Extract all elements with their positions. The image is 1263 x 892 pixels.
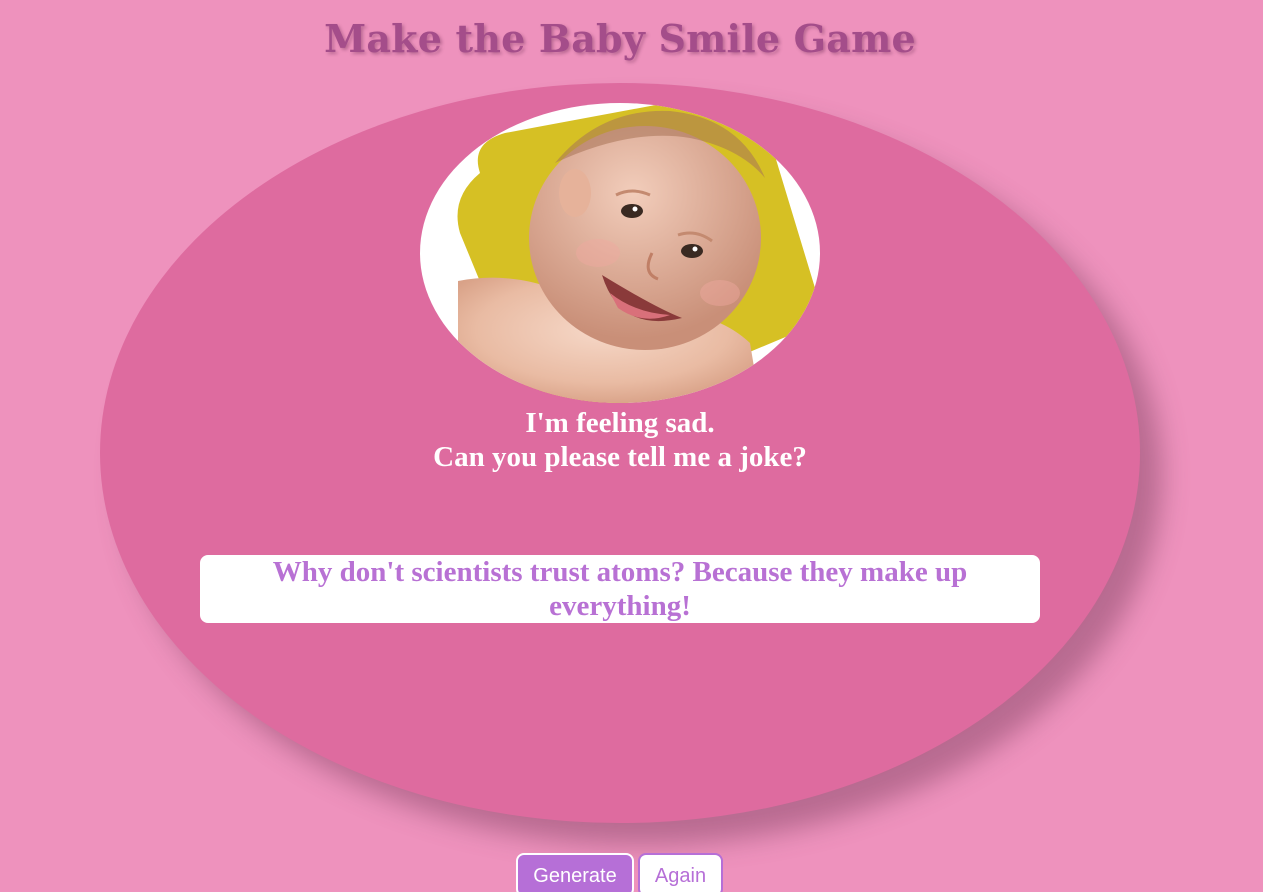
page-title: Make the Baby Smile Game — [324, 16, 916, 61]
joke-text: Why don't scientists trust atoms? Becaus… — [200, 555, 1040, 623]
baby-photo — [420, 103, 820, 403]
again-button[interactable]: Again — [638, 853, 723, 892]
baby-face-icon — [457, 103, 818, 403]
generate-button[interactable]: Generate — [516, 853, 634, 892]
baby-message: I'm feeling sad. Can you please tell me … — [0, 406, 1240, 474]
game-page: Make the Baby Smile Game I'm feeling sad… — [0, 0, 1263, 892]
baby-message-line-2: Can you please tell me a joke? — [433, 441, 807, 473]
baby-message-line-1: I'm feeling sad. — [525, 407, 715, 439]
